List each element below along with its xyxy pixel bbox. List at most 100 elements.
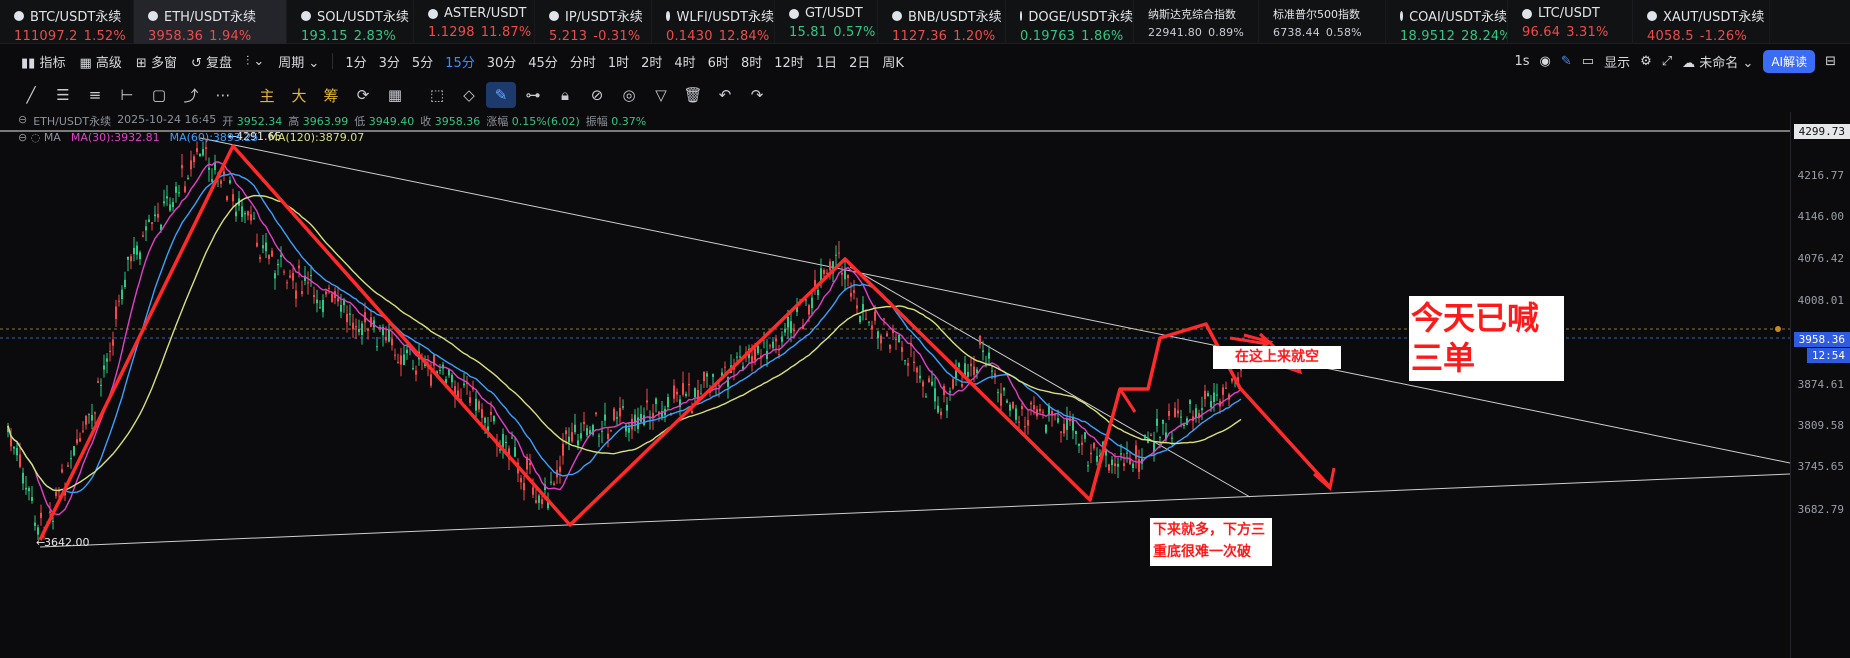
candle-body xyxy=(505,442,507,444)
ticker-tab[interactable]: GT/USDT 15.81 0.57% xyxy=(775,0,878,44)
replay-button[interactable]: ↺ 复盘 xyxy=(184,52,239,71)
more-icon[interactable]: ⋯ xyxy=(208,82,238,108)
horizontal-ray-icon[interactable]: ⊢ xyxy=(112,82,142,108)
interval-12[interactable]: 12时 xyxy=(768,52,810,71)
interval-7[interactable]: 1时 xyxy=(602,52,635,71)
candle-body xyxy=(631,418,633,430)
period-button[interactable]: 周期 ⌄ xyxy=(271,52,326,71)
interval-14[interactable]: 2日 xyxy=(843,52,876,71)
collapse-icon[interactable]: ⊖ xyxy=(18,113,27,129)
candle-body xyxy=(181,165,183,169)
candle-body xyxy=(883,318,885,320)
pattern-icon[interactable]: ⟳ xyxy=(348,82,378,108)
interval-2[interactable]: 5分 xyxy=(406,52,439,71)
candle-body xyxy=(1090,452,1092,455)
delete-icon[interactable]: 🗑︎ xyxy=(678,82,708,108)
interval-11[interactable]: 8时 xyxy=(735,52,768,71)
candle-body xyxy=(1006,400,1008,403)
ai-explain-button[interactable]: AI解读 xyxy=(1763,49,1816,73)
interval-10[interactable]: 6时 xyxy=(702,52,735,71)
trendline-icon[interactable]: ╱ xyxy=(16,82,46,108)
camera-icon[interactable]: ◉ xyxy=(1540,54,1551,69)
candle-body xyxy=(1111,459,1113,466)
interval-13[interactable]: 1日 xyxy=(810,52,843,71)
note-today-text: 今天已喊三单 xyxy=(1411,299,1540,377)
close-panel-icon[interactable]: ⊟ xyxy=(1825,54,1836,69)
candle-body xyxy=(1024,426,1026,428)
parallel-lines-icon[interactable]: ☰ xyxy=(48,82,78,108)
ticker-tab[interactable]: ASTER/USDT 1.1298 11.87% xyxy=(414,0,535,44)
interval-3[interactable]: 15分 xyxy=(439,52,481,71)
ticker-tab[interactable]: 标准普尔500指数 6738.44 0.58% xyxy=(1259,0,1386,44)
fib-icon[interactable]: ▦ xyxy=(380,82,410,108)
lock-icon[interactable]: 🔒︎ xyxy=(550,82,580,108)
fullscreen-icon[interactable]: ⤢ xyxy=(1662,54,1672,69)
ticker-tab[interactable]: DOGE/USDT永续 0.19763 1.86% xyxy=(1006,0,1134,44)
interval-6[interactable]: 分时 xyxy=(564,52,602,71)
ticker-tab[interactable]: IP/USDT永续 5.213 -0.31% xyxy=(535,0,652,44)
candle-body xyxy=(898,335,900,343)
ticker-tab[interactable]: XAUT/USDT永续 4058.5 -1.26% xyxy=(1633,0,1770,44)
ticker-tab[interactable]: COAI/USDT永续 18.9512 28.24% xyxy=(1386,0,1508,44)
filter-icon[interactable]: ▽ xyxy=(646,82,676,108)
ticker-tab[interactable]: BNB/USDT永续 1127.36 1.20% xyxy=(878,0,1006,44)
ticker-price: 0.1430 xyxy=(666,29,713,44)
cloud-icon[interactable]: ☁ 未命名 ⌄ xyxy=(1682,52,1753,71)
chart-type-button[interactable]: ⫶ ⌄ xyxy=(239,54,271,69)
crosshair-icon[interactable]: ⬚ xyxy=(422,82,452,108)
ticker-tab[interactable]: WLFI/USDT永续 0.1430 12.84% xyxy=(652,0,775,44)
draw-pen-icon[interactable]: ✎ xyxy=(486,82,516,108)
hide-icon[interactable]: ⊘ xyxy=(582,82,612,108)
measure-icon[interactable]: ⊶ xyxy=(518,82,548,108)
chips-button[interactable]: 筹 xyxy=(316,82,346,108)
indicators-button[interactable]: ▮▮ 指标 xyxy=(14,52,72,71)
open-value: 3952.34 xyxy=(236,115,283,128)
display-button[interactable]: 显示 xyxy=(1604,52,1630,71)
candle-body xyxy=(925,396,927,398)
main-force-button[interactable]: 主 xyxy=(252,82,282,108)
horizontal-lines-icon[interactable]: ≡ xyxy=(80,82,110,108)
change-value: 0.15%(6.02) xyxy=(511,115,580,128)
rectangle-icon[interactable]: ▢ xyxy=(144,82,174,108)
multiwindow-button[interactable]: ⊞ 多窗 xyxy=(129,52,184,71)
settings-icon[interactable]: ⚙ xyxy=(1640,54,1652,69)
candle-body xyxy=(469,397,471,403)
interval-0[interactable]: 1分 xyxy=(339,52,372,71)
candle-body xyxy=(478,401,480,410)
candle-body xyxy=(643,415,645,425)
ticker-name: SOL/USDT永续 xyxy=(317,10,409,25)
magnet-icon[interactable]: ◎ xyxy=(614,82,644,108)
interval-9[interactable]: 4时 xyxy=(668,52,701,71)
replay-label: 复盘 xyxy=(205,55,232,71)
redo-icon[interactable]: ↷ xyxy=(742,82,772,108)
ticker-tab[interactable]: LTC/USDT 96.64 3.31% xyxy=(1508,0,1633,44)
pen-icon[interactable]: ✎ xyxy=(1561,54,1572,69)
candle-body xyxy=(253,218,255,220)
ticker-tab[interactable]: BTC/USDT永续 111097.2 1.52% xyxy=(0,0,134,44)
candle-body xyxy=(703,371,705,382)
ticker-tab[interactable]: 纳斯达克综合指数 22941.80 0.89% xyxy=(1134,0,1259,44)
advanced-button[interactable]: ▦ 高级 xyxy=(72,52,128,71)
interval-15[interactable]: 周K xyxy=(876,52,910,71)
seconds-toggle[interactable]: 1s xyxy=(1514,54,1529,69)
candle-body xyxy=(1177,410,1179,414)
ticker-tab[interactable]: SOL/USDT永续 193.15 2.83% xyxy=(287,0,414,44)
candle-body xyxy=(394,354,396,356)
eye-icon[interactable]: ⊖ ◌ xyxy=(18,131,40,144)
interval-4[interactable]: 30分 xyxy=(481,52,523,71)
eraser-icon[interactable]: ◇ xyxy=(454,82,484,108)
candle-body xyxy=(1126,452,1128,454)
candle-body xyxy=(1144,434,1146,439)
interval-5[interactable]: 45分 xyxy=(522,52,564,71)
brush-icon[interactable]: ⤴ xyxy=(176,82,206,108)
interval-1[interactable]: 3分 xyxy=(373,52,406,71)
ticker-tab[interactable]: ETH/USDT永续 3958.36 1.94% xyxy=(134,0,287,44)
big-order-button[interactable]: 大 xyxy=(284,82,314,108)
price-axis[interactable]: 4299.73 3958.36 12:54 4216.77 4146.00 4076… xyxy=(1790,112,1850,658)
candle-body xyxy=(958,363,960,368)
price-chart[interactable]: 4291.653642.00←← xyxy=(0,112,1790,658)
undo-icon[interactable]: ↶ xyxy=(710,82,740,108)
candle-body xyxy=(1207,393,1209,397)
layout-icon[interactable]: ▭ xyxy=(1582,54,1594,69)
interval-8[interactable]: 2时 xyxy=(635,52,668,71)
